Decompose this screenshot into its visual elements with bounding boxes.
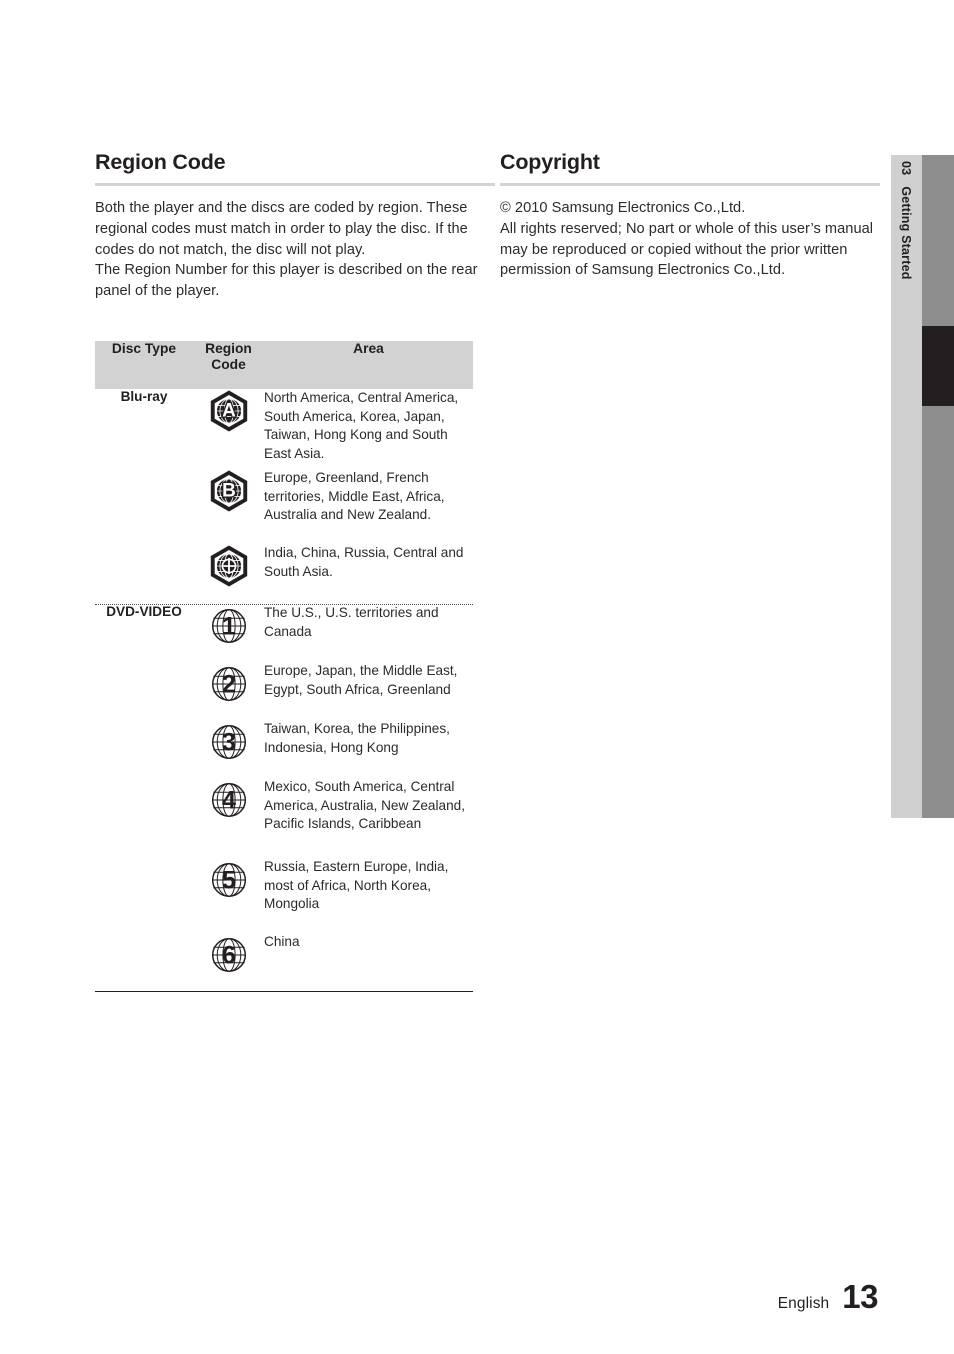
svg-text:3: 3 <box>222 729 236 757</box>
svg-text:6: 6 <box>222 942 236 970</box>
region-code-icon-cell <box>193 544 264 604</box>
side-tab: 03 Getting Started <box>891 155 922 818</box>
header-region-code: Region Code <box>193 341 264 389</box>
area-cell: North America, Central America, South Am… <box>264 390 459 461</box>
region-code-heading: Region Code <box>95 150 226 174</box>
copyright-paragraph-2: All rights reserved; No part or whole of… <box>500 220 874 279</box>
region-code-icon-cell: 6 <box>193 933 264 991</box>
heading-rule <box>500 183 880 187</box>
header-area: Area <box>264 341 473 389</box>
region-code-icon-cell: A <box>193 389 264 469</box>
dvd-region-3-icon: 3 <box>208 720 250 764</box>
dvd-region-2-icon: 2 <box>208 662 250 706</box>
bluray-region-c-icon <box>209 544 249 588</box>
area-cell: Europe, Greenland, French territories, M… <box>264 470 445 523</box>
svg-text:A: A <box>222 401 236 422</box>
bluray-region-b-icon: B <box>209 469 249 513</box>
area-cell: Europe, Japan, the Middle East, Egypt, S… <box>264 663 458 697</box>
disc-type-label: DVD-VIDEO <box>106 604 182 619</box>
disc-type-cell: Blu-ray <box>95 389 193 604</box>
region-code-table: Disc Type Region Code Area Blu-ray A Nor… <box>95 341 473 991</box>
region-code-paragraph-2: The Region Number for this player is des… <box>95 262 478 299</box>
table-body: Blu-ray A North America, Central America… <box>95 389 473 991</box>
area-cell: Taiwan, Korea, the Philippines, Indonesi… <box>264 721 450 755</box>
header-disc-type: Disc Type <box>95 341 193 389</box>
region-code-icon-cell: 2 <box>193 662 264 720</box>
region-code-icon-cell: B <box>193 469 264 544</box>
area-cell: Mexico, South America, Central America, … <box>264 779 465 832</box>
table-bottom-rule <box>95 991 473 992</box>
footer-language: English <box>777 1295 830 1312</box>
disc-group-separator <box>95 604 473 605</box>
table-row: DVD-VIDEO 1 The U.S., U.S. territories a… <box>95 604 473 662</box>
svg-text:1: 1 <box>222 613 236 641</box>
page-footer: English 13 <box>777 1278 879 1316</box>
table-header-row: Disc Type Region Code Area <box>95 341 473 389</box>
copyright-paragraph-1: © 2010 Samsung Electronics Co.,Ltd. <box>500 200 746 217</box>
region-code-icon-cell: 5 <box>193 858 264 933</box>
area-cell: Russia, Eastern Europe, India, most of A… <box>264 859 449 912</box>
dvd-region-5-icon: 5 <box>208 858 250 902</box>
svg-text:2: 2 <box>222 671 236 699</box>
right-column: Copyright © 2010 Samsung Electronics Co.… <box>500 150 880 281</box>
area-cell: India, China, Russia, Central and South … <box>264 545 464 579</box>
svg-text:4: 4 <box>222 787 236 815</box>
region-code-icon-cell: 4 <box>193 778 264 858</box>
dvd-region-4-icon: 4 <box>208 778 250 822</box>
dvd-region-1-icon: 1 <box>208 604 250 648</box>
left-column: Region Code Both the player and the disc… <box>95 150 495 302</box>
table-row: Blu-ray A North America, Central America… <box>95 389 473 469</box>
heading-rule <box>95 183 495 187</box>
svg-text:5: 5 <box>222 867 236 895</box>
side-bar-active-marker <box>922 326 954 406</box>
area-cell: China <box>264 934 300 949</box>
svg-text:B: B <box>222 481 236 502</box>
disc-type-cell: DVD-VIDEO <box>95 604 193 991</box>
dvd-region-6-icon: 6 <box>208 933 250 977</box>
footer-page-number: 13 <box>842 1278 878 1315</box>
copyright-heading: Copyright <box>500 150 600 174</box>
area-cell: The U.S., U.S. territories and Canada <box>264 605 439 639</box>
region-code-paragraph-1: Both the player and the discs are coded … <box>95 200 468 258</box>
disc-type-label: Blu-ray <box>120 389 168 404</box>
side-tab-chapter-label: Getting Started <box>899 186 914 280</box>
bluray-region-a-icon: A <box>209 389 249 433</box>
side-tab-text: 03 Getting Started <box>891 155 922 818</box>
region-code-icon-cell: 1 <box>193 604 264 662</box>
side-tab-chapter-number: 03 <box>899 161 914 176</box>
region-code-icon-cell: 3 <box>193 720 264 778</box>
side-bar-track <box>922 155 954 818</box>
